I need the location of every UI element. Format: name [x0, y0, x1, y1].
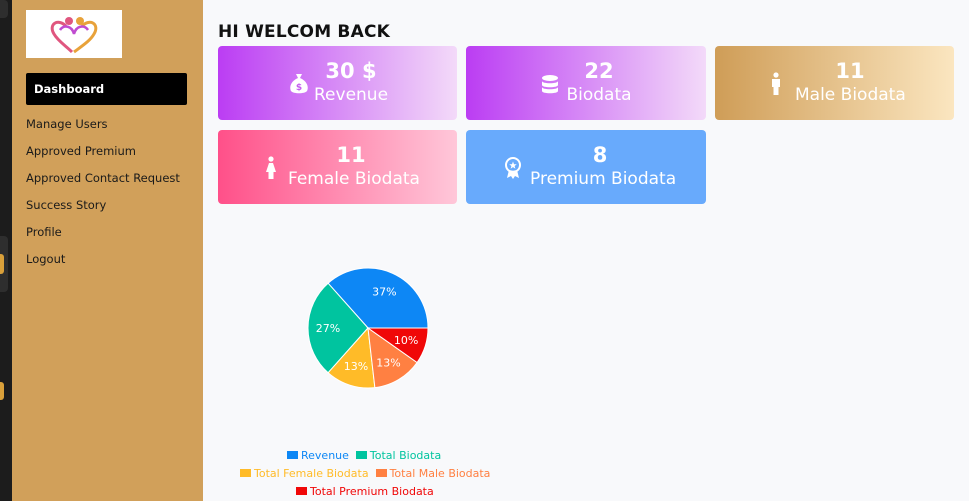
edge-indicator — [0, 254, 4, 274]
stat-card-premium-biodata: 8 Premium Biodata — [466, 130, 706, 204]
pie-slice-total-biodata[interactable] — [307, 282, 369, 374]
sidebar-item-dashboard[interactable]: Dashboard — [26, 73, 187, 105]
money-bag-icon: $ — [288, 73, 310, 95]
stat-card-biodata: 22 Biodata — [466, 46, 706, 120]
stat-value: 8 — [592, 143, 608, 167]
legend-swatch — [296, 487, 307, 495]
database-icon — [539, 73, 561, 95]
pie-percent-label: 13% — [376, 356, 400, 369]
window-edge — [0, 0, 12, 501]
sidebar-item-success-story[interactable]: Success Story — [26, 195, 180, 222]
stat-label: Revenue — [314, 85, 389, 105]
chart-legend: Revenue Total Biodata — [287, 449, 448, 462]
sidebar-item-approved-premium[interactable]: Approved Premium — [26, 141, 180, 168]
app-logo[interactable] — [26, 10, 122, 58]
chart-legend: Total Premium Biodata — [296, 485, 441, 498]
sidebar-item-label: Dashboard — [34, 82, 105, 96]
pie-slice-total-premium-biodata[interactable] — [366, 327, 429, 364]
legend-swatch — [287, 451, 298, 459]
stat-card-text: 30 $ Revenue — [314, 58, 388, 106]
svg-text:$: $ — [296, 83, 302, 93]
pie-percent-label: 27% — [316, 322, 340, 335]
stat-card-female-biodata: 11 Female Biodata — [218, 130, 457, 204]
stat-label: Female Biodata — [288, 169, 420, 189]
chart-legend: Total Female Biodata Total Male Biodata — [240, 467, 497, 480]
legend-label: Total Male Biodata — [389, 467, 491, 480]
legend-item[interactable]: Total Premium Biodata — [296, 485, 434, 498]
stat-label: Premium Biodata — [530, 169, 677, 189]
page-title: HI WELCOM BACK — [218, 22, 390, 42]
stat-value: 11 — [835, 59, 865, 83]
edge-indicator — [0, 382, 4, 400]
pie-percent-label: 10% — [394, 334, 418, 347]
legend-item[interactable]: Total Biodata — [355, 449, 442, 462]
stat-card-revenue: $ 30 $ Revenue — [218, 46, 457, 120]
sidebar: Dashboard Manage Users Approved Premium … — [12, 0, 203, 501]
stat-card-male-biodata: 11 Male Biodata — [715, 46, 954, 120]
stat-value: 30 $ — [325, 59, 377, 83]
stat-label: Male Biodata — [795, 85, 906, 105]
sidebar-item-profile[interactable]: Profile — [26, 222, 180, 249]
female-icon — [260, 156, 282, 179]
legend-swatch — [240, 469, 251, 477]
stat-card-text: 11 Female Biodata — [288, 142, 420, 190]
stat-card-text: 22 Biodata — [562, 58, 636, 106]
legend-label: Total Biodata — [369, 449, 442, 462]
legend-label: Total Premium Biodata — [310, 485, 434, 498]
pie-slice-total-female-biodata[interactable] — [327, 326, 376, 389]
stat-label: Biodata — [566, 85, 632, 105]
stat-card-text: 8 Premium Biodata — [530, 142, 677, 190]
legend-item[interactable]: Total Male Biodata — [375, 467, 491, 480]
legend-label: Revenue — [301, 449, 349, 462]
stat-value: 11 — [336, 143, 366, 167]
male-icon — [765, 72, 787, 95]
edge-tab — [0, 0, 8, 18]
stat-value: 22 — [584, 59, 614, 83]
legend-swatch — [355, 451, 367, 459]
heart-logo-icon — [50, 17, 98, 54]
sidebar-item-manage-users[interactable]: Manage Users — [26, 114, 180, 141]
stat-card-text: 11 Male Biodata — [795, 58, 906, 106]
sidebar-item-approved-contact-request[interactable]: Approved Contact Request — [26, 168, 180, 195]
sidebar-item-logout[interactable]: Logout — [26, 249, 180, 276]
legend-item[interactable]: Revenue — [287, 449, 349, 462]
pie-slice-revenue[interactable] — [327, 267, 429, 329]
pie-percent-label: 13% — [344, 360, 368, 373]
sidebar-nav: Manage Users Approved Premium Approved C… — [26, 114, 180, 276]
pie-percent-label: 37% — [372, 285, 396, 298]
award-icon — [502, 157, 524, 179]
legend-label: Total Female Biodata — [254, 467, 369, 480]
pie-slice-total-male-biodata[interactable] — [367, 326, 418, 389]
legend-item[interactable]: Total Female Biodata — [240, 467, 369, 480]
legend-swatch — [375, 469, 387, 477]
